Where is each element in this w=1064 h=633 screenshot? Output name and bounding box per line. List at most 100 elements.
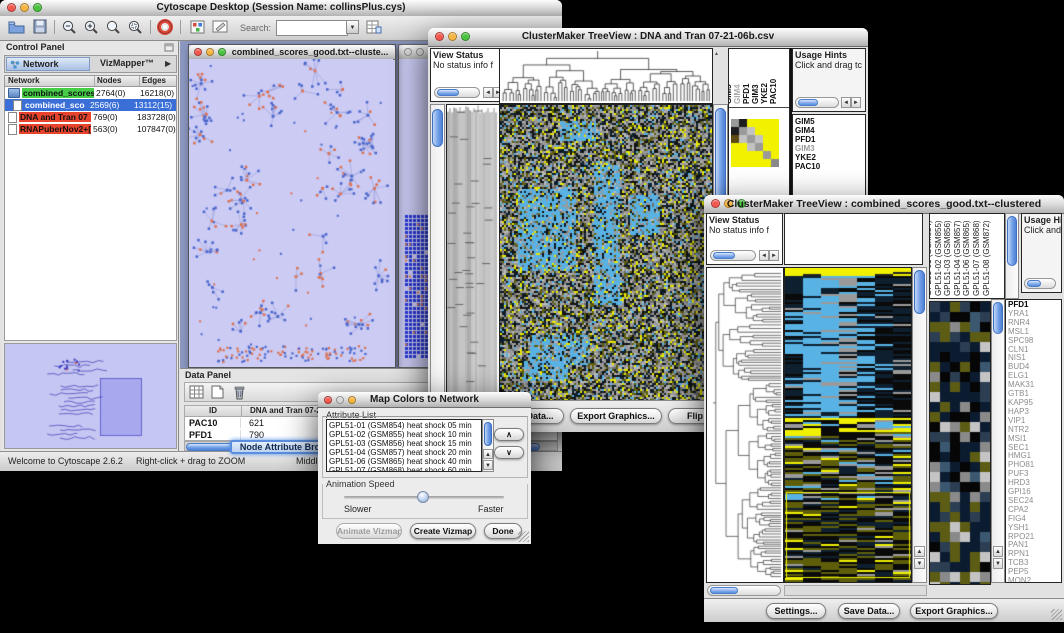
- scroll-down-icon[interactable]: ▼: [914, 558, 925, 569]
- usage-hints-scrollbar[interactable]: [795, 97, 839, 108]
- zoom-out-icon[interactable]: [61, 19, 77, 35]
- col-network[interactable]: Network: [5, 76, 95, 86]
- tv2-settings-button[interactable]: Settings...: [766, 603, 826, 619]
- tv1-zoom-marker-icon[interactable]: ▴: [715, 50, 718, 57]
- tv1-column-label[interactable]: PAC10: [769, 79, 778, 104]
- animate-vizmap-button[interactable]: Animate Vizmap: [336, 523, 402, 539]
- network-overview-canvas[interactable]: [5, 344, 176, 448]
- tv2-labels-vscrollbar[interactable]: [1005, 213, 1019, 299]
- tv2-row-dendrogram[interactable]: [706, 267, 784, 583]
- scroll-down-icon[interactable]: ▼: [993, 558, 1003, 569]
- tab-vizmapper[interactable]: VizMapper™: [100, 58, 154, 68]
- treeview2-titlebar[interactable]: ClusterMaker TreeView : combined_scores_…: [704, 195, 1064, 214]
- network-overview-panel[interactable]: [4, 343, 177, 449]
- network-row[interactable]: combined_sco2569(6)13112(15): [5, 99, 176, 111]
- scroll-up-icon[interactable]: ▲: [993, 546, 1003, 557]
- tv2-heatmap-vscrollbar[interactable]: ▲ ▼: [912, 267, 927, 583]
- scroll-up-icon[interactable]: ▲: [914, 546, 925, 557]
- network-row[interactable]: combined_scores2764(0)16218(0): [5, 87, 176, 99]
- gene-label[interactable]: MON2: [1008, 577, 1034, 583]
- dialog-titlebar[interactable]: Map Colors to Network: [318, 392, 531, 408]
- scroll-right-icon[interactable]: ►: [769, 250, 779, 261]
- speed-slider-thumb[interactable]: [417, 491, 429, 503]
- tv1-column-dendrogram[interactable]: [499, 48, 713, 104]
- treeview1-titlebar[interactable]: ClusterMaker TreeView : DNA and Tran 07-…: [428, 28, 868, 47]
- attribute-item[interactable]: GPL51-01 (GSM854) heat shock 05 min: [329, 421, 472, 430]
- network-row[interactable]: DNA and Tran 07769(0)183728(0): [5, 111, 176, 123]
- network-window1-titlebar[interactable]: combined_scores_good.txt--cluste...: [189, 45, 395, 60]
- scroll-left-icon[interactable]: ◄: [483, 87, 493, 98]
- vscroll-thumb[interactable]: [914, 270, 925, 314]
- tv2-genelist-vscrollbar[interactable]: ▲ ▼: [991, 299, 1005, 583]
- tv2-column-label[interactable]: GPL51-07 (GSM868): [972, 220, 981, 296]
- attribute-item[interactable]: GPL51-02 (GSM855) heat shock 10 min: [329, 430, 472, 439]
- col-edges[interactable]: Edges: [140, 76, 166, 86]
- view-status-scrollbar[interactable]: [710, 250, 756, 261]
- tv2-zoom-view[interactable]: [929, 301, 991, 585]
- attribute-item[interactable]: GPL51-03 (GSM856) heat shock 15 min: [329, 439, 472, 448]
- import-table-icon[interactable]: [366, 19, 382, 35]
- scroll-left-icon[interactable]: ◄: [841, 97, 851, 108]
- tv2-export-graphics-button[interactable]: Export Graphics...: [910, 603, 998, 619]
- tv1-row-label[interactable]: GIM5: [795, 117, 820, 126]
- scroll-down-icon[interactable]: ▼: [483, 460, 493, 470]
- tv1-column-label[interactable]: GIM3: [751, 84, 760, 104]
- resize-grip[interactable]: [1051, 609, 1062, 620]
- annotation-icon[interactable]: [212, 20, 228, 34]
- attribute-item[interactable]: GPL51-06 (GSM865) heat shock 40 min: [329, 457, 472, 466]
- tv1-column-label[interactable]: PFD1: [742, 84, 751, 104]
- tv1-row-label[interactable]: YKE2: [795, 153, 820, 162]
- tab-network[interactable]: Network: [6, 57, 90, 71]
- minimize-icon[interactable]: [416, 48, 424, 56]
- tv2-column-label[interactable]: GPL51-03 (GSM856): [943, 220, 952, 296]
- tv1-export-graphics-button[interactable]: Export Graphics...: [570, 408, 662, 424]
- tv2-column-label[interactable]: GPL51-01 (GSM854): [929, 220, 933, 296]
- search-dropdown-icon[interactable]: ▼: [346, 20, 359, 34]
- tv1-column-label[interactable]: YKE2: [760, 83, 769, 104]
- tv2-column-label[interactable]: GPL51-02 (GSM855): [934, 220, 943, 296]
- data-col-id[interactable]: ID: [185, 406, 242, 416]
- network-canvas-1[interactable]: [189, 59, 393, 366]
- select-attributes-icon[interactable]: [189, 385, 204, 399]
- tv1-row-label[interactable]: GIM3: [795, 144, 820, 153]
- scroll-right-icon[interactable]: ►: [851, 97, 861, 108]
- zoom-in-icon[interactable]: [83, 19, 99, 35]
- tv1-left-vscrollbar[interactable]: [430, 104, 445, 400]
- move-up-button[interactable]: ∧: [494, 428, 524, 441]
- new-attribute-icon[interactable]: [211, 385, 224, 399]
- minimize-icon[interactable]: [206, 48, 214, 56]
- create-vizmap-button[interactable]: Create Vizmap: [410, 523, 476, 539]
- tv2-column-label[interactable]: GPL51-04 (GSM857): [953, 220, 962, 296]
- tv1-heatmap[interactable]: [499, 104, 713, 402]
- vscroll-thumb[interactable]: [993, 302, 1003, 334]
- tab-overflow-icon[interactable]: ▶: [165, 59, 171, 68]
- zoom-window-icon[interactable]: [218, 48, 226, 56]
- usage-hints-scrollbar[interactable]: [1024, 278, 1056, 289]
- tv2-bottom-scrollbar[interactable]: [707, 585, 781, 596]
- tv1-row-label[interactable]: PFD1: [795, 135, 820, 144]
- help-lifesaver-icon[interactable]: [157, 19, 173, 35]
- attribute-item[interactable]: GPL51-07 (GSM868) heat shock 60 min: [329, 466, 472, 472]
- vscroll-thumb[interactable]: [484, 422, 492, 446]
- tv2-column-label[interactable]: GPL51-08 (GSM872): [982, 220, 991, 296]
- tv2-column-dendrogram[interactable]: [784, 213, 923, 265]
- open-session-icon[interactable]: [8, 20, 25, 34]
- tv1-row-label[interactable]: PAC10: [795, 162, 820, 171]
- zoom-selected-icon[interactable]: [127, 19, 143, 35]
- vizmap-node-icon[interactable]: [190, 20, 205, 34]
- tv2-heatmap[interactable]: [784, 267, 912, 583]
- tv1-column-label[interactable]: GIM4: [733, 84, 742, 104]
- col-nodes[interactable]: Nodes: [95, 76, 140, 86]
- tv1-global-matrix[interactable]: [731, 119, 779, 167]
- resize-grip[interactable]: [518, 531, 529, 542]
- zoom-fit-icon[interactable]: [105, 19, 121, 35]
- tv1-row-label[interactable]: GIM4: [795, 126, 820, 135]
- tv2-save-data-button[interactable]: Save Data...: [838, 603, 900, 619]
- attribute-item[interactable]: GPL51-04 (GSM857) heat shock 20 min: [329, 448, 472, 457]
- tv2-column-label[interactable]: GPL51-06 (GSM865): [962, 220, 971, 296]
- move-down-button[interactable]: ∨: [494, 446, 524, 459]
- tv1-row-dendrogram[interactable]: [446, 104, 500, 402]
- attribute-list-vscrollbar[interactable]: ▲ ▼: [482, 419, 494, 472]
- tv2-bottom-track[interactable]: [784, 585, 927, 596]
- scroll-left-icon[interactable]: ◄: [759, 250, 769, 261]
